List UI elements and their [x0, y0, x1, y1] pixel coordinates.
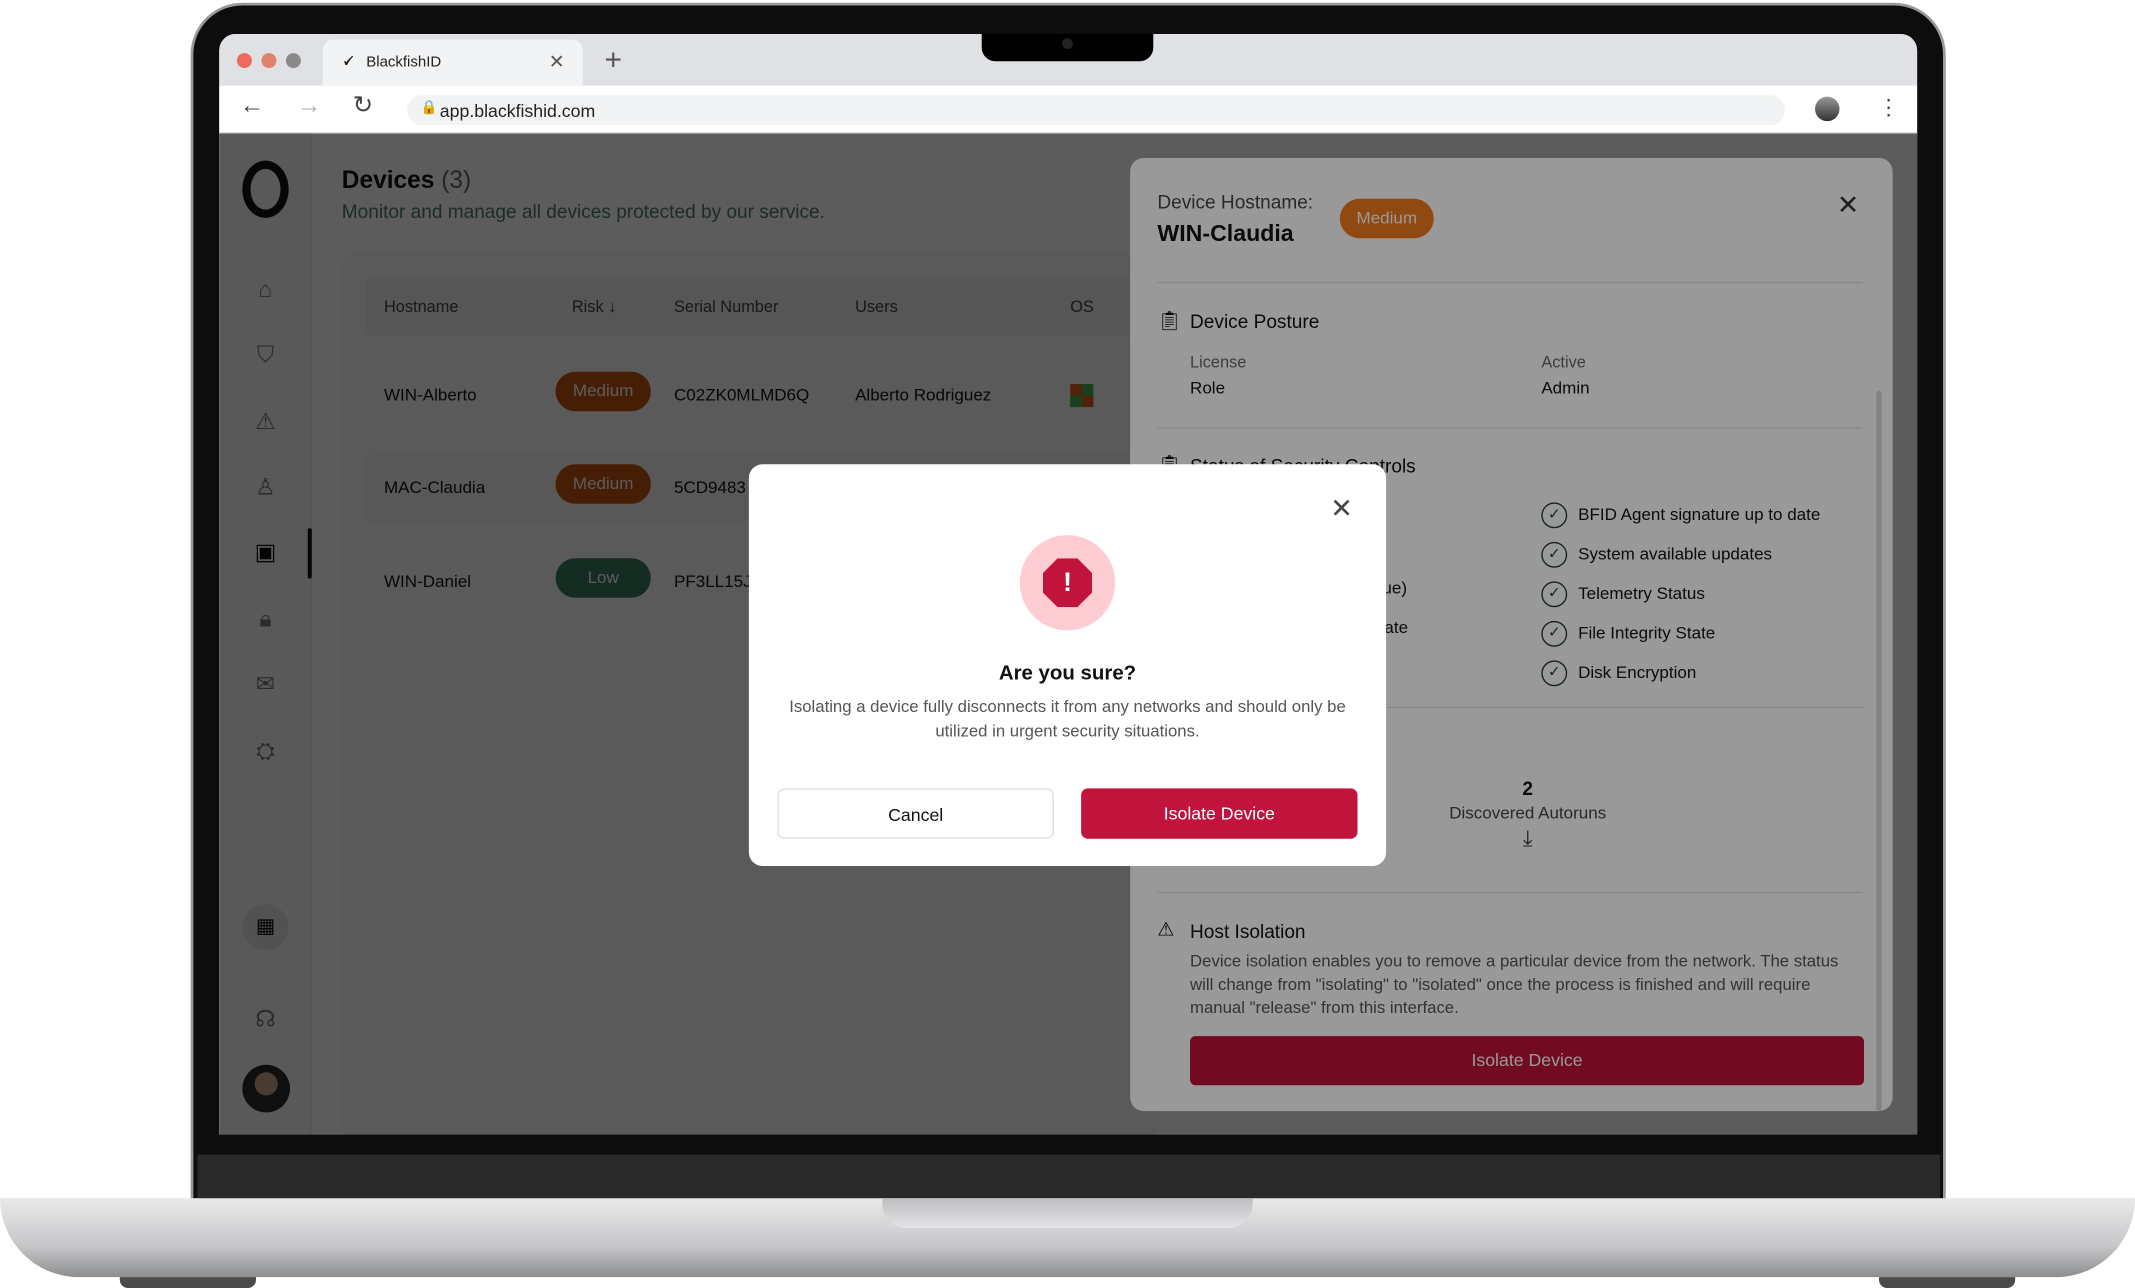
host-isolation-description: Device isolation enables you to remove a…	[1190, 951, 1839, 1018]
more-menu-icon[interactable]: ⋮	[1878, 94, 1900, 121]
user-cell: Alberto Rodriguez	[855, 385, 992, 405]
laptop-notch	[882, 1198, 1253, 1229]
license-label: License	[1190, 352, 1247, 372]
organization-icon[interactable]: ▦	[242, 904, 289, 951]
check-circle-icon: ✓	[1541, 621, 1568, 648]
role-label: Role	[1190, 378, 1226, 398]
page-title: Devices (3)	[341, 166, 472, 194]
minimize-window-button[interactable]	[261, 53, 277, 69]
check-circle-icon: ✓	[1541, 502, 1568, 529]
autoruns-label: Discovered Autoruns	[1449, 803, 1607, 823]
hostname-cell: WIN-Daniel	[383, 571, 471, 591]
risk-badge: Medium	[1339, 198, 1434, 239]
confirm-isolate-button[interactable]: Isolate Device	[1081, 788, 1358, 839]
laptop-foot	[1879, 1277, 2016, 1288]
close-panel-icon[interactable]: ✕	[1837, 188, 1860, 222]
blackfish-logo	[242, 160, 289, 218]
home-icon[interactable]: ⌂	[249, 274, 282, 307]
control-item: ✓ System available updates	[1541, 535, 1820, 574]
user-avatar[interactable]	[242, 1064, 291, 1113]
col-hostname[interactable]: Hostname	[384, 297, 458, 316]
confirm-isolation-modal: ✕ ! Are you sure? Isolating a device ful…	[748, 464, 1387, 866]
alert-icon[interactable]: ⚠	[249, 406, 282, 439]
modal-description: Isolating a device fully disconnects it …	[789, 697, 1346, 741]
devices-icon[interactable]: ▣	[249, 536, 282, 569]
table-header: Hostname Risk ↓ Serial Number Users OS	[364, 276, 1155, 337]
controls-list: ✓ BFID Agent signature up to date ✓ System…	[1541, 496, 1820, 693]
sidebar: ⌂ ⛉ ⚠ ♙ ▣ 🔒︎ ✉ ⛭ ▦ ☊	[219, 133, 312, 1135]
active-indicator	[307, 528, 312, 579]
laptop-foot	[119, 1277, 256, 1288]
serial-cell: C02ZK0MLMD6Q	[673, 385, 810, 405]
back-icon[interactable]: ←	[240, 91, 265, 120]
stop-alert-icon: !	[1019, 535, 1116, 631]
panel-scrollbar[interactable]	[1876, 390, 1882, 1112]
host-isolation-title: Host Isolation	[1190, 920, 1306, 943]
control-item: ✓ File Integrity State	[1541, 614, 1820, 653]
forward-icon[interactable]: →	[297, 91, 322, 120]
panel-hostname: WIN-Claudia	[1157, 220, 1294, 247]
close-window-button[interactable]	[236, 53, 252, 69]
lock-icon: 🔒	[420, 100, 438, 116]
shield-icon[interactable]: ⛉	[249, 339, 282, 372]
hostname-cell: WIN-Alberto	[383, 385, 477, 405]
profile-avatar[interactable]	[1815, 96, 1840, 122]
col-users[interactable]: Users	[855, 297, 898, 316]
check-circle-icon: ✓	[1541, 542, 1568, 569]
lock-icon[interactable]: 🔒︎	[249, 603, 282, 636]
modal-title: Are you sure?	[998, 661, 1137, 685]
mail-icon[interactable]: ✉	[249, 669, 282, 702]
risk-badge: Medium	[555, 371, 651, 412]
maximize-window-button[interactable]	[285, 53, 301, 69]
divider	[1157, 891, 1863, 894]
control-item: ✓ Disk Encryption	[1541, 654, 1820, 693]
laptop-mockup: 🗸 BlackfishID ✕ + ← → ↻ 🔒 app.blackfishi…	[0, 0, 2135, 1288]
check-circle-icon: ✓	[1541, 581, 1568, 608]
address-bar-row: ← → ↻ 🔒 app.blackfishid.com ⋮	[219, 85, 1918, 134]
hostname-cell: MAC-Claudia	[383, 477, 486, 497]
url-input[interactable]: 🔒 app.blackfishid.com	[407, 95, 1786, 126]
risk-badge: Low	[555, 558, 651, 598]
control-item: ✓ BFID Agent signature up to date	[1541, 496, 1820, 535]
divider	[1157, 427, 1863, 429]
support-headset-icon[interactable]: ☊	[249, 1003, 282, 1036]
download-icon[interactable]: ⤓	[1392, 828, 1664, 853]
browser-tab[interactable]: 🗸 BlackfishID ✕	[322, 39, 583, 86]
sort-down-icon: ↓	[608, 296, 617, 316]
col-risk[interactable]: Risk ↓	[572, 297, 617, 316]
close-tab-icon[interactable]: ✕	[549, 50, 565, 73]
tab-title: BlackfishID	[366, 54, 442, 71]
serial-cell: PF3LL15J	[673, 571, 752, 591]
user-icon[interactable]: ♙	[249, 471, 282, 504]
role-value: Admin	[1541, 378, 1590, 398]
blackfish-favicon-icon: 🗸	[341, 50, 355, 71]
divider	[1157, 281, 1863, 284]
reload-icon[interactable]: ↻	[353, 91, 374, 120]
col-serial[interactable]: Serial Number	[674, 297, 778, 316]
license-value: Active	[1541, 352, 1586, 372]
device-posture-title: Device Posture	[1190, 310, 1320, 333]
hostname-label: Device Hostname:	[1157, 190, 1314, 213]
autoruns-count: 2	[1522, 777, 1534, 800]
isolate-device-button[interactable]: Isolate Device	[1190, 1036, 1865, 1086]
laptop-chin	[197, 1154, 1941, 1201]
close-modal-icon[interactable]: ✕	[1330, 492, 1353, 526]
new-tab-icon[interactable]: +	[605, 42, 623, 77]
cancel-button[interactable]: Cancel	[777, 788, 1054, 839]
clipboard-icon: 📋︎	[1157, 309, 1182, 331]
camera-notch	[981, 34, 1154, 62]
url-text: app.blackfishid.com	[439, 100, 596, 122]
risk-badge: Medium	[555, 464, 651, 504]
serial-cell: 5CD9483	[673, 477, 746, 497]
table-row[interactable]: WIN-Alberto Medium C02ZK0MLMD6Q Alberto …	[365, 361, 1155, 432]
warning-icon: ⚠	[1157, 917, 1175, 940]
browser-window: 🗸 BlackfishID ✕ + ← → ↻ 🔒 app.blackfishi…	[219, 34, 1918, 1135]
control-item: ✓ Telemetry Status	[1541, 575, 1820, 614]
col-os[interactable]: OS	[1070, 297, 1094, 316]
autoruns-stat: 2 Discovered Autoruns ⤓	[1392, 777, 1664, 852]
page-subtitle: Monitor and manage all devices protected…	[341, 200, 825, 222]
windows-os-icon	[1070, 383, 1094, 408]
check-circle-icon: ✓	[1541, 660, 1568, 687]
security-settings-icon[interactable]: ⛭	[249, 735, 282, 768]
